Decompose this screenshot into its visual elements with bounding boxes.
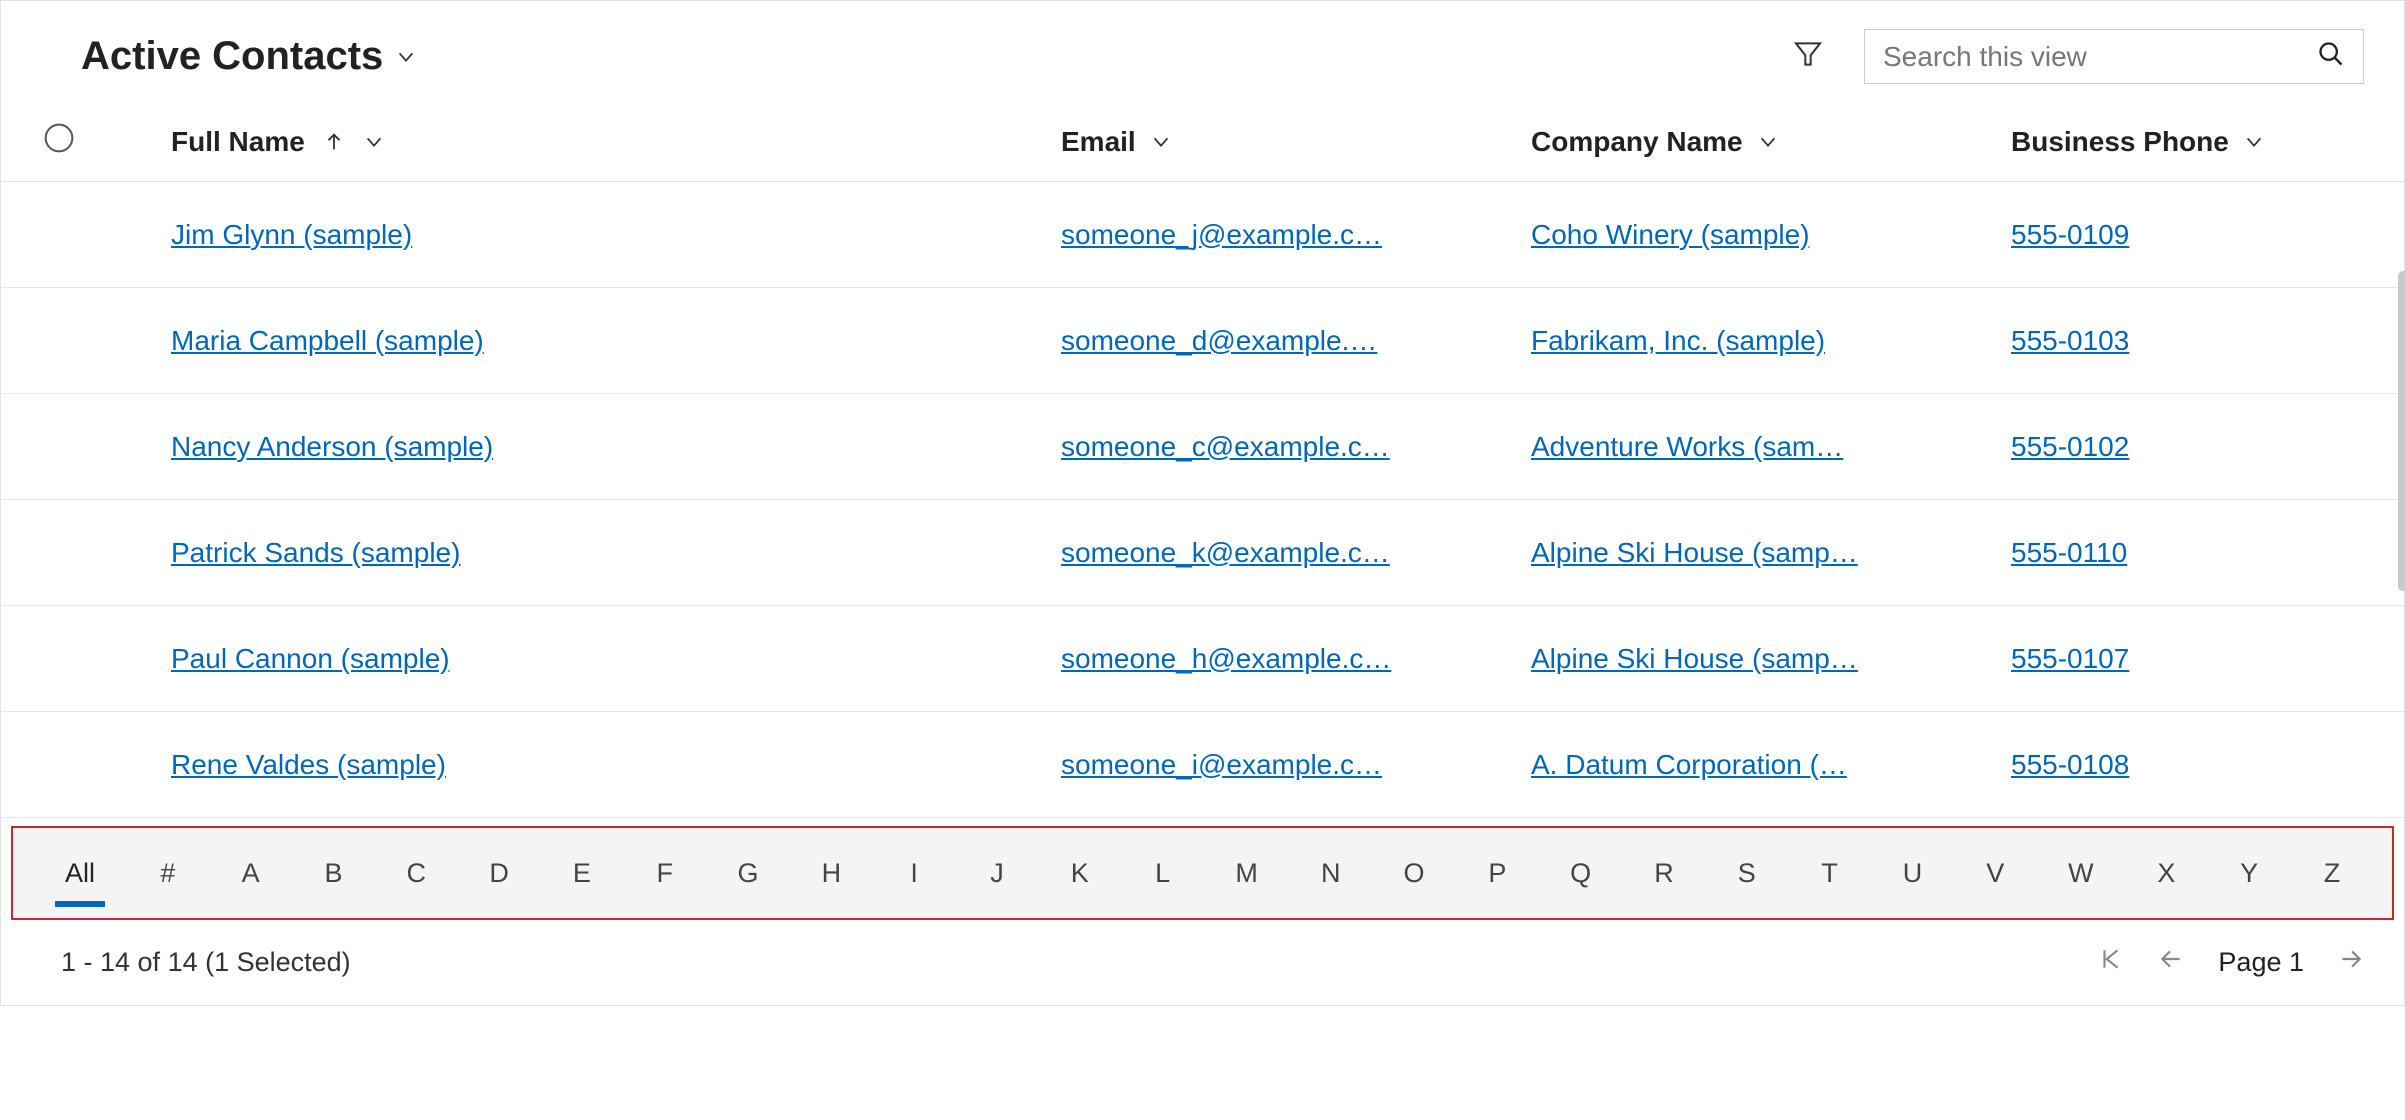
chevron-down-icon[interactable] [2243, 131, 2265, 153]
scrollbar-thumb[interactable] [2398, 271, 2405, 591]
grid-body: Jim Glynn (sample) someone_j@example.c… Co… [1, 182, 2404, 818]
alpha-filter-n[interactable]: N [1311, 840, 1351, 907]
alpha-filter-w[interactable]: W [2058, 840, 2103, 907]
alpha-filter-c[interactable]: C [396, 840, 436, 907]
contact-name-link[interactable]: Rene Valdes (sample) [171, 749, 446, 780]
alpha-filter-o[interactable]: O [1394, 840, 1435, 907]
alpha-filter-all[interactable]: All [55, 840, 105, 907]
chevron-down-icon[interactable] [363, 131, 385, 153]
filter-icon[interactable] [1792, 38, 1824, 75]
column-header-fullname[interactable]: Full Name [116, 126, 1061, 158]
view-selector[interactable]: Active Contacts [81, 34, 417, 79]
grid-footer: 1 - 14 of 14 (1 Selected) Page 1 [1, 920, 2404, 1005]
column-label: Email [1061, 126, 1136, 158]
contact-company-link[interactable]: A. Datum Corporation (… [1531, 749, 1847, 780]
alpha-filter-a[interactable]: A [231, 840, 271, 907]
chevron-down-icon [395, 46, 417, 68]
contact-company-link[interactable]: Fabrikam, Inc. (sample) [1531, 325, 1825, 356]
table-row[interactable]: Paul Cannon (sample) someone_h@example.c…… [1, 606, 2404, 712]
alpha-filter-bar: All # ABCDEFGHIJKLMNOPQRSTUVWXYZ [13, 828, 2392, 918]
search-icon[interactable] [2317, 40, 2345, 73]
circle-icon [43, 122, 75, 161]
first-page-icon[interactable] [2098, 946, 2124, 979]
table-row[interactable]: Maria Campbell (sample) someone_d@example… [1, 288, 2404, 394]
grid-header-row: Full Name Email Company Name Business Ph… [1, 104, 2404, 182]
alpha-filter-g[interactable]: G [728, 840, 769, 907]
contact-phone-link[interactable]: 555-0107 [2011, 643, 2129, 674]
contact-name-link[interactable]: Patrick Sands (sample) [171, 537, 460, 568]
column-label: Full Name [171, 126, 305, 158]
contact-phone-link[interactable]: 555-0108 [2011, 749, 2129, 780]
chevron-down-icon[interactable] [1757, 131, 1779, 153]
column-header-email[interactable]: Email [1061, 126, 1531, 158]
alpha-filter-f[interactable]: F [645, 840, 685, 907]
alpha-filter-d[interactable]: D [479, 840, 519, 907]
alpha-filter-m[interactable]: M [1225, 840, 1268, 907]
contact-email-link[interactable]: someone_c@example.c… [1061, 431, 1390, 462]
table-row[interactable]: Patrick Sands (sample) someone_k@example.… [1, 500, 2404, 606]
alpha-filter-x[interactable]: X [2146, 840, 2186, 907]
previous-page-icon[interactable] [2158, 946, 2184, 979]
select-all-checkbox[interactable] [1, 122, 116, 161]
contact-email-link[interactable]: someone_k@example.c… [1061, 537, 1390, 568]
alpha-filter-p[interactable]: P [1477, 840, 1517, 907]
contact-email-link[interactable]: someone_h@example.c… [1061, 643, 1391, 674]
alpha-filter-bar-highlight: All # ABCDEFGHIJKLMNOPQRSTUVWXYZ [11, 826, 2394, 920]
contact-company-link[interactable]: Coho Winery (sample) [1531, 219, 1810, 250]
contact-company-link[interactable]: Adventure Works (sam… [1531, 431, 1843, 462]
contact-name-link[interactable]: Jim Glynn (sample) [171, 219, 412, 250]
alpha-filter-y[interactable]: Y [2229, 840, 2269, 907]
table-row[interactable]: Rene Valdes (sample) someone_i@example.c…… [1, 712, 2404, 818]
view-header: Active Contacts [1, 1, 2404, 104]
column-label: Company Name [1531, 126, 1743, 158]
alpha-filter-q[interactable]: Q [1560, 840, 1601, 907]
alpha-filter-b[interactable]: B [313, 840, 353, 907]
column-header-phone[interactable]: Business Phone [2011, 126, 2351, 158]
contact-company-link[interactable]: Alpine Ski House (samp… [1531, 643, 1858, 674]
alpha-filter-l[interactable]: L [1143, 840, 1183, 907]
contact-email-link[interactable]: someone_d@example.… [1061, 325, 1377, 356]
contact-name-link[interactable]: Paul Cannon (sample) [171, 643, 450, 674]
column-label: Business Phone [2011, 126, 2229, 158]
contact-name-link[interactable]: Maria Campbell (sample) [171, 325, 484, 356]
alpha-filter-r[interactable]: R [1644, 840, 1684, 907]
search-box[interactable] [1864, 29, 2364, 84]
contact-phone-link[interactable]: 555-0102 [2011, 431, 2129, 462]
next-page-icon[interactable] [2338, 946, 2364, 979]
contact-phone-link[interactable]: 555-0103 [2011, 325, 2129, 356]
table-row[interactable]: Nancy Anderson (sample) someone_c@example… [1, 394, 2404, 500]
record-count-status: 1 - 14 of 14 (1 Selected) [61, 947, 351, 978]
table-row[interactable]: Jim Glynn (sample) someone_j@example.c… Co… [1, 182, 2404, 288]
alpha-filter-u[interactable]: U [1892, 840, 1932, 907]
chevron-down-icon[interactable] [1150, 131, 1172, 153]
contact-email-link[interactable]: someone_j@example.c… [1061, 219, 1382, 250]
alpha-filter-h[interactable]: H [811, 840, 851, 907]
alpha-filter-v[interactable]: V [1975, 840, 2015, 907]
contact-company-link[interactable]: Alpine Ski House (samp… [1531, 537, 1858, 568]
contact-email-link[interactable]: someone_i@example.c… [1061, 749, 1382, 780]
alpha-filter-k[interactable]: K [1060, 840, 1100, 907]
page-label: Page 1 [2218, 947, 2304, 978]
alpha-filter-t[interactable]: T [1810, 840, 1850, 907]
alpha-filter-z[interactable]: Z [2312, 840, 2352, 907]
alpha-filter-s[interactable]: S [1727, 840, 1767, 907]
contact-name-link[interactable]: Nancy Anderson (sample) [171, 431, 493, 462]
alpha-filter-j[interactable]: J [977, 840, 1017, 907]
contact-phone-link[interactable]: 555-0109 [2011, 219, 2129, 250]
pager: Page 1 [2098, 946, 2364, 979]
contact-phone-link[interactable]: 555-0110 [2011, 537, 2127, 568]
column-header-company[interactable]: Company Name [1531, 126, 2011, 158]
view-title-text: Active Contacts [81, 34, 383, 79]
alpha-filter-#[interactable]: # [148, 840, 188, 907]
alpha-filter-i[interactable]: I [894, 840, 934, 907]
search-input[interactable] [1883, 41, 2317, 73]
sort-ascending-icon [323, 131, 345, 153]
alpha-filter-e[interactable]: E [562, 840, 602, 907]
